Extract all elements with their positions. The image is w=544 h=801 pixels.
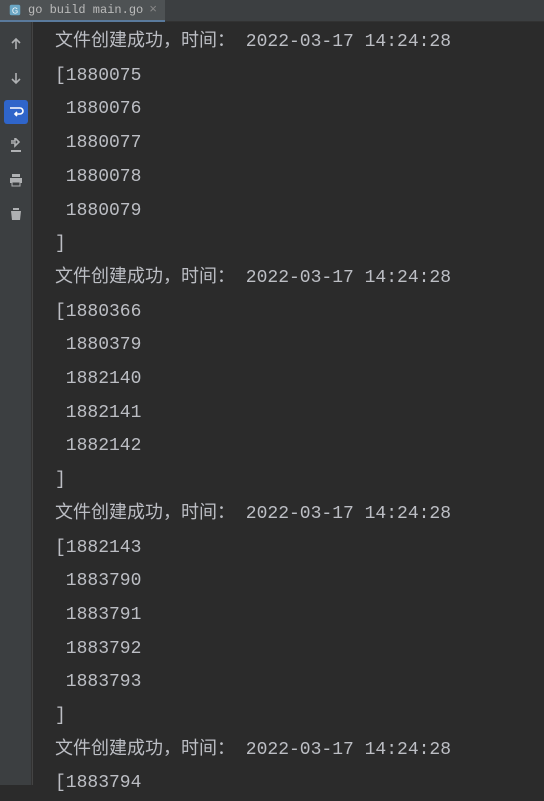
console-line: 1880379 <box>55 329 544 363</box>
console-line: ] <box>55 464 544 498</box>
console-line: 1883790 <box>55 565 544 599</box>
console-line: [1882143 <box>55 532 544 566</box>
console-line: 1883793 <box>55 666 544 700</box>
console-line: 1880077 <box>55 127 544 161</box>
main-area: 文件创建成功，时间： 2022-03-17 14:24:28 [1880075 … <box>0 22 544 785</box>
close-icon[interactable]: × <box>149 3 157 16</box>
print-button[interactable] <box>4 168 28 192</box>
console-line: 1883792 <box>55 633 544 667</box>
console-output[interactable]: 文件创建成功，时间： 2022-03-17 14:24:28 [1880075 … <box>32 22 544 785</box>
tab-bar: G go build main.go × <box>0 0 544 22</box>
console-line: 文件创建成功，时间： 2022-03-17 14:24:28 <box>55 26 544 60</box>
console-line: 1883791 <box>55 599 544 633</box>
svg-text:G: G <box>12 6 18 15</box>
scroll-to-end-button[interactable] <box>4 134 28 158</box>
console-line: 文件创建成功，时间： 2022-03-17 14:24:28 <box>55 262 544 296</box>
console-line: ] <box>55 228 544 262</box>
go-file-icon: G <box>8 3 22 17</box>
soft-wrap-button[interactable] <box>4 100 28 124</box>
console-line: [1880366 <box>55 296 544 330</box>
console-line: 1880076 <box>55 93 544 127</box>
tab-label: go build main.go <box>28 3 143 17</box>
clear-button[interactable] <box>4 202 28 226</box>
console-line: 1880079 <box>55 195 544 229</box>
console-line: 文件创建成功，时间： 2022-03-17 14:24:28 <box>55 498 544 532</box>
console-line: 文件创建成功，时间： 2022-03-17 14:24:28 <box>55 734 544 768</box>
console-line: 1882141 <box>55 397 544 431</box>
console-line: 1880078 <box>55 161 544 195</box>
console-line: ] <box>55 700 544 734</box>
tab-run-config[interactable]: G go build main.go × <box>0 0 165 22</box>
scroll-down-button[interactable] <box>4 66 28 90</box>
scroll-up-button[interactable] <box>4 32 28 56</box>
console-line: 1882140 <box>55 363 544 397</box>
console-line: [1880075 <box>55 60 544 94</box>
toolbar <box>0 22 32 785</box>
console-line: 1882142 <box>55 430 544 464</box>
console-line: [1883794 <box>55 767 544 801</box>
